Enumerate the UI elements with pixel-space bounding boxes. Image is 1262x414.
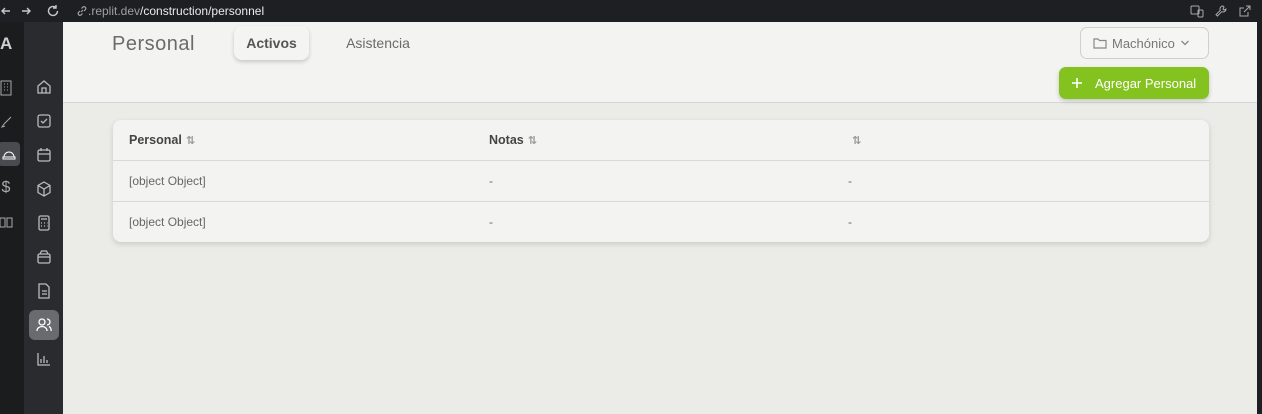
dollar-icon[interactable]: $ <box>0 178 16 198</box>
reload-icon[interactable] <box>46 0 60 22</box>
browser-toolbar: .replit.dev/construction/personnel <box>0 0 1262 22</box>
tab-activos[interactable]: Activos <box>234 26 309 60</box>
table-row[interactable]: [object Object] - - <box>113 161 1209 202</box>
project-select-value: Machónico <box>1112 35 1175 51</box>
forward-arrow-icon[interactable] <box>20 0 32 22</box>
devices-icon[interactable] <box>1190 4 1204 18</box>
table-header-row: Personal ⇅ Notas ⇅ ⇅ <box>113 120 1209 161</box>
bar-chart-icon[interactable] <box>29 344 59 374</box>
cell-notas: - <box>489 215 493 229</box>
back-arrow-icon[interactable] <box>0 0 12 22</box>
chevron-down-icon <box>1180 40 1189 46</box>
app-rail: A $ <box>0 22 24 414</box>
url-host: .replit.dev <box>88 4 141 18</box>
table-row[interactable]: [object Object] - - <box>113 202 1209 242</box>
add-personnel-label: Agregar Personal <box>1095 75 1197 91</box>
sidebar <box>24 22 63 414</box>
brush-icon[interactable] <box>0 112 16 132</box>
users-icon[interactable] <box>29 310 59 340</box>
folder-icon <box>1093 38 1107 49</box>
cell-extra: - <box>848 174 852 188</box>
book-icon[interactable] <box>0 212 16 232</box>
sort-icon: ⇅ <box>185 134 196 147</box>
column-header-unnamed[interactable]: ⇅ <box>848 120 861 160</box>
column-header-notas[interactable]: Notas ⇅ <box>489 120 537 160</box>
sort-icon: ⇅ <box>852 134 862 147</box>
page-header: Personal Activos Asistencia Machónico Ag… <box>63 22 1257 103</box>
cell-extra: - <box>848 215 852 229</box>
external-link-icon[interactable] <box>1238 4 1252 18</box>
page-title: Personal <box>112 33 195 55</box>
helmet-icon[interactable] <box>0 142 20 166</box>
building-icon[interactable] <box>0 78 16 98</box>
address-bar[interactable]: .replit.dev/construction/personnel <box>76 0 264 22</box>
link-icon <box>77 6 87 16</box>
cell-personal: [object Object] <box>129 215 206 229</box>
personnel-table: Personal ⇅ Notas ⇅ ⇅ [object Object] - - [… <box>113 120 1209 242</box>
plus-icon <box>1072 78 1082 88</box>
project-select[interactable]: Machónico <box>1080 27 1209 59</box>
calendar-icon[interactable] <box>29 140 59 170</box>
url-path: /construction/personnel <box>140 4 265 18</box>
column-header-personal[interactable]: Personal ⇅ <box>129 120 195 160</box>
wrench-icon[interactable] <box>1214 4 1228 18</box>
cell-personal: [object Object] <box>129 174 206 188</box>
tab-asistencia[interactable]: Asistencia <box>338 26 418 60</box>
box-icon[interactable] <box>29 242 59 272</box>
checkbox-icon[interactable] <box>29 106 59 136</box>
add-personnel-button[interactable]: Agregar Personal <box>1059 67 1209 99</box>
window-edge <box>1257 22 1262 414</box>
home-icon[interactable] <box>29 72 59 102</box>
package-icon[interactable] <box>29 174 59 204</box>
calculator-icon[interactable] <box>29 208 59 238</box>
main-content: Personal Activos Asistencia Machónico Ag… <box>63 22 1257 414</box>
document-icon[interactable] <box>29 276 59 306</box>
cell-notas: - <box>489 174 493 188</box>
app-logo: A <box>0 34 13 53</box>
sort-icon: ⇅ <box>527 134 537 147</box>
